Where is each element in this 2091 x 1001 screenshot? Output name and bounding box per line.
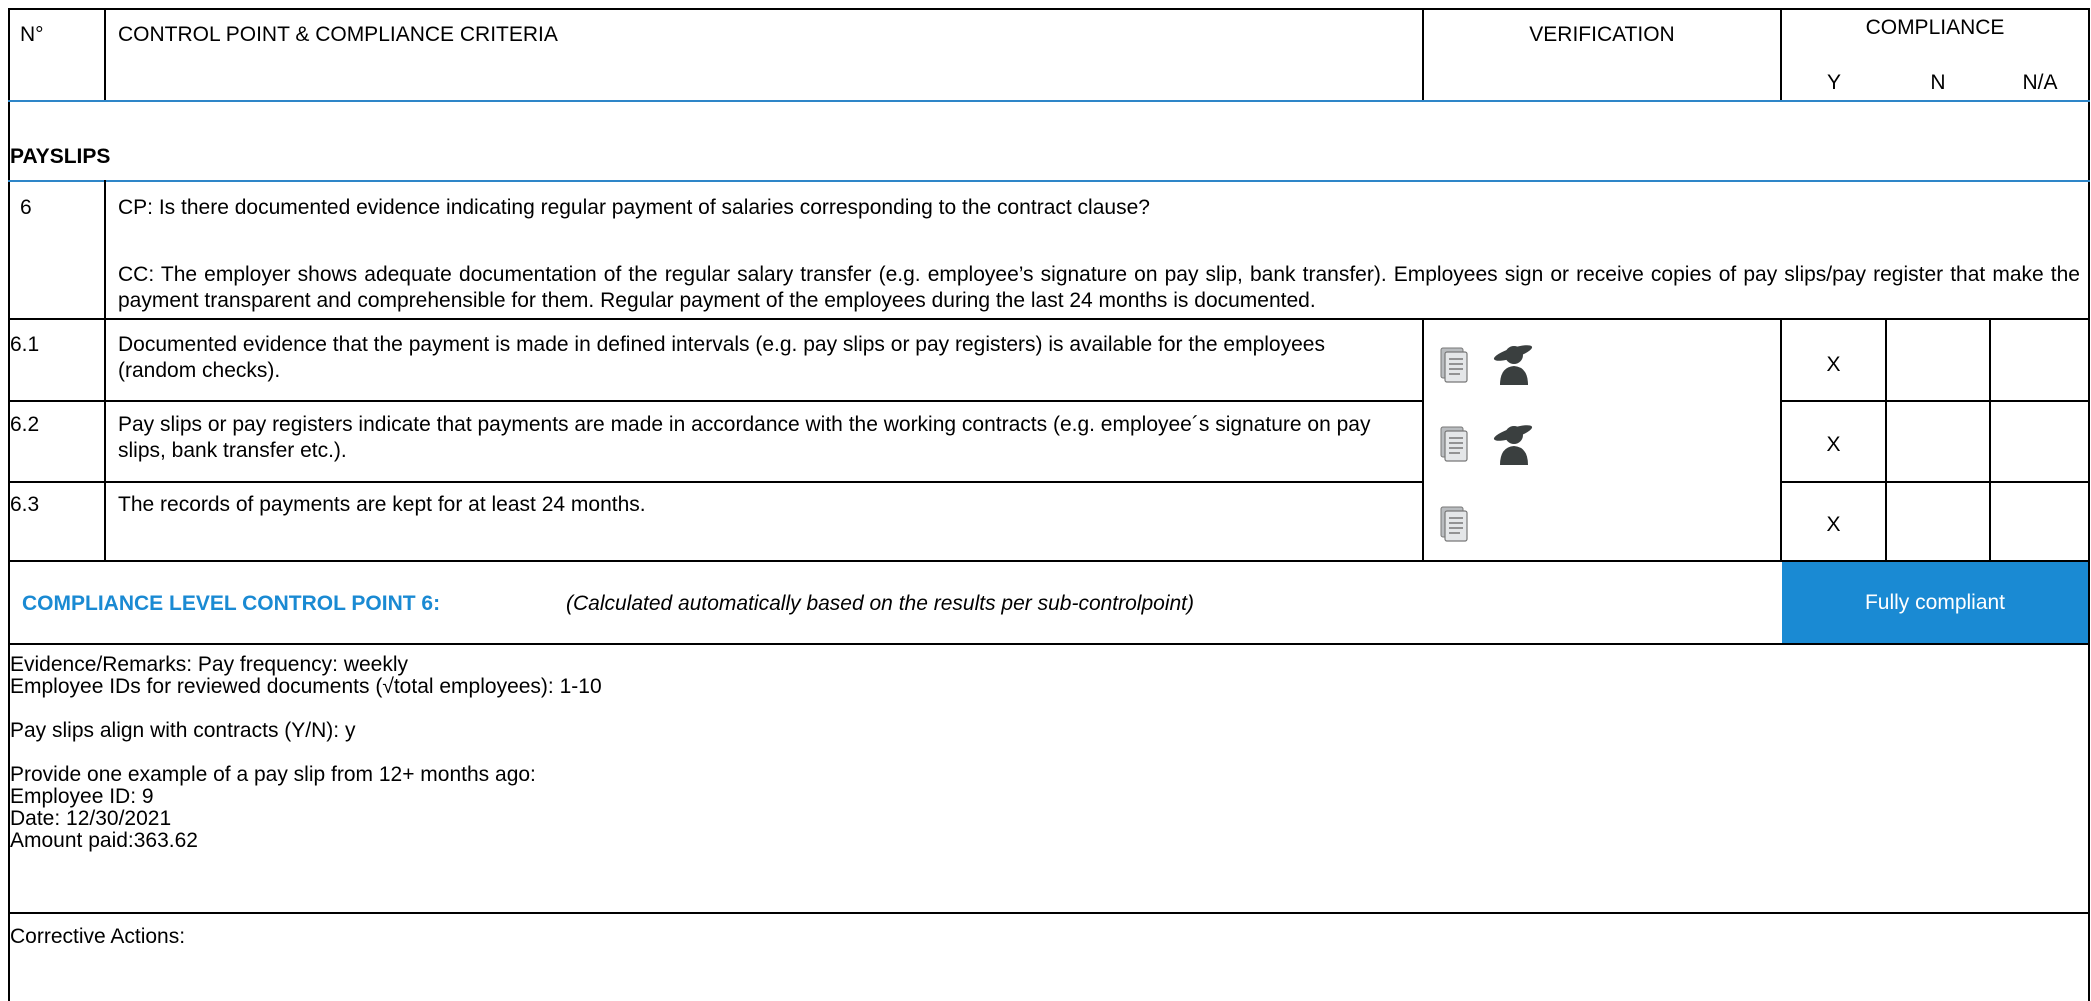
document-icon [1440, 426, 1468, 462]
evidence-line: Employee IDs for reviewed documents (√to… [10, 675, 602, 698]
evidence-line: Provide one example of a pay slip from 1… [10, 763, 536, 786]
y-mark-6-3[interactable]: X [1782, 512, 1885, 538]
cc-criteria: CC: The employer shows adequate document… [118, 263, 2080, 312]
compliance-level-bottom-line [8, 643, 2090, 645]
header-no: N° [20, 23, 44, 46]
y-mark-6-2[interactable]: X [1782, 432, 1885, 458]
header-compliance: COMPLIANCE [1865, 16, 2005, 39]
header-na: N/A [2022, 71, 2058, 94]
n-na-divider [1989, 318, 1991, 560]
sub-number-6-3: 6.3 [10, 493, 40, 516]
evidence-remarks-block: Evidence/Remarks: Pay frequency: weekly … [10, 654, 2080, 852]
evidence-line: Amount paid:363.62 [10, 829, 198, 852]
evidence-line: Employee ID: 9 [10, 785, 154, 808]
sub-text-6-2: Pay slips or pay registers indicate that… [118, 413, 1371, 462]
sub-text-6-3: The records of payments are kept for at … [118, 493, 646, 516]
header-verification: VERIFICATION [1529, 23, 1675, 46]
interview-person-icon [1493, 345, 1533, 385]
evidence-line [10, 742, 2080, 764]
compliance-result-badge: Fully compliant [1782, 562, 2088, 643]
frame-top-border [8, 8, 2090, 10]
evidence-line: Date: 12/30/2021 [10, 807, 172, 830]
verification-divider [1422, 318, 1424, 560]
row-6-3-bottom-line [8, 560, 2090, 562]
document-icon [1440, 347, 1468, 383]
no-column-divider [104, 180, 106, 560]
row-6-2-bottom-line [8, 481, 1422, 483]
document-icon [1440, 506, 1468, 542]
compliance-level-note: (Calculated automatically based on the r… [566, 592, 1195, 615]
header-criteria: CONTROL POINT & COMPLIANCE CRITERIA [118, 23, 558, 46]
evidence-line: Evidence/Remarks: Pay frequency: weekly [10, 653, 409, 676]
header-n: N [1930, 71, 1946, 94]
compliance-level-label: COMPLIANCE LEVEL CONTROL POINT 6: [22, 592, 441, 615]
row-6-1-bottom-line-compliance [1780, 400, 2090, 402]
sub-number-6-1: 6.1 [10, 333, 40, 356]
header-divider-no [104, 8, 106, 100]
y-mark-6-1[interactable]: X [1782, 352, 1885, 378]
row-6-2-bottom-line-compliance [1780, 481, 2090, 483]
audit-form-page: N° CONTROL POINT & COMPLIANCE CRITERIA V… [0, 0, 2091, 1001]
corrective-actions-label: Corrective Actions: [10, 925, 186, 948]
interview-person-icon [1493, 425, 1533, 465]
cp-question: CP: Is there documented evidence indicat… [118, 196, 1150, 219]
evidence-bottom-line [8, 912, 2090, 914]
row-6-1-bottom-line [8, 400, 1422, 402]
evidence-line: Pay slips align with contracts (Y/N): y [10, 719, 356, 742]
cp-block-bottom-line [8, 318, 2090, 320]
cp-number: 6 [20, 196, 32, 219]
section-bottom-line [8, 180, 2090, 182]
sub-number-6-2: 6.2 [10, 413, 40, 436]
header-bottom-line [8, 100, 2090, 102]
frame-right-border [2088, 8, 2090, 1001]
sub-text-6-1: Documented evidence that the payment is … [118, 333, 1325, 382]
header-y: Y [1826, 71, 1841, 94]
y-n-divider [1885, 318, 1887, 560]
evidence-line [10, 698, 2080, 720]
section-title: PAYSLIPS [10, 145, 111, 168]
